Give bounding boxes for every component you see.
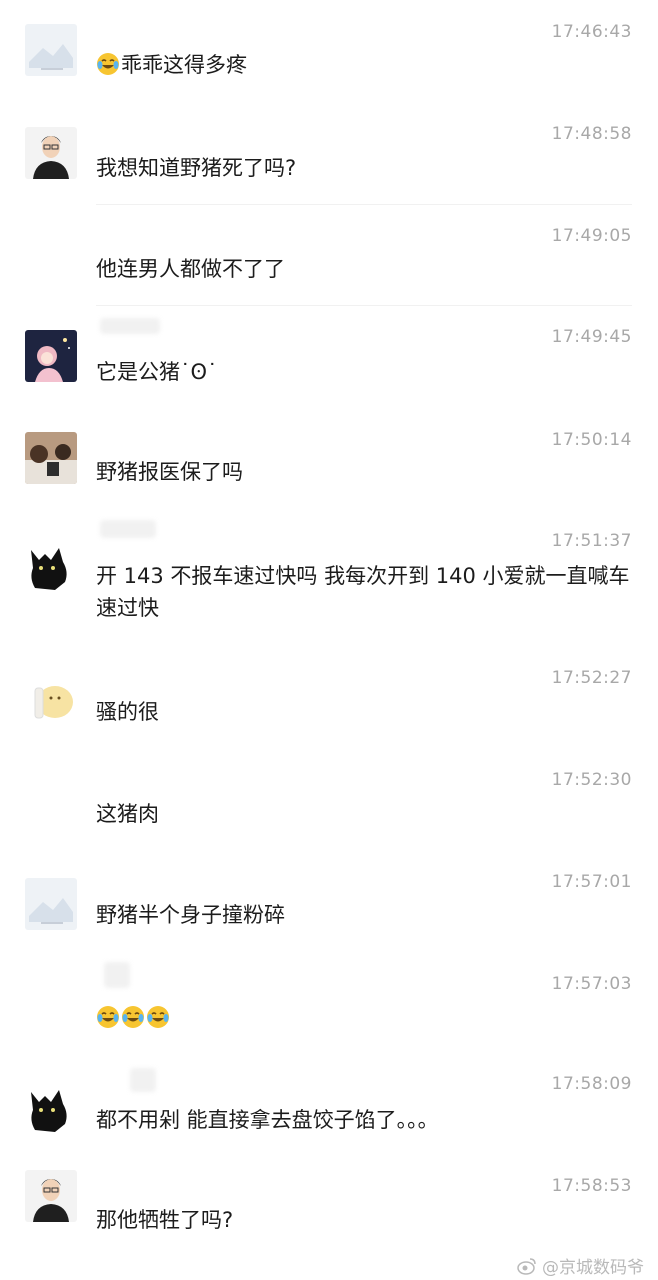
message-time: 17:46:43 xyxy=(551,22,632,42)
message-time: 17:48:58 xyxy=(551,124,632,144)
laughing-crying-emoji-icon xyxy=(146,1005,170,1029)
message-item[interactable]: 17:46:43 乖乖这得多疼 xyxy=(0,0,658,100)
message-time: 17:57:01 xyxy=(551,872,632,892)
blurred-sender-name xyxy=(100,520,156,538)
message-text: 它是公猪˙ʘ˙ xyxy=(96,360,218,384)
man-glasses-avatar[interactable] xyxy=(25,127,77,179)
message-item[interactable]: 17:49:05 他连男人都做不了了 xyxy=(0,205,658,305)
laughing-crying-emoji-icon xyxy=(96,1005,120,1029)
blurred-sender-name xyxy=(104,962,130,988)
blurred-sender-name xyxy=(100,318,160,334)
message-item[interactable]: 17:57:03 xyxy=(0,956,658,1062)
message-item[interactable]: 17:50:14 野猪报医保了吗 xyxy=(0,410,658,514)
landscape-card-avatar[interactable] xyxy=(25,24,77,76)
message-item[interactable]: 17:58:09 都不用剁 能直接拿去盘饺子馅了。。。 xyxy=(0,1062,658,1166)
black-cat-avatar[interactable] xyxy=(25,1080,77,1132)
message-text: 这猪肉 xyxy=(96,802,159,826)
message-text: 开 143 不报车速过快吗 我每次开到 140 小爱就一直喊车速过快 xyxy=(96,564,630,620)
message-item[interactable]: 17:49:45 它是公猪˙ʘ˙ xyxy=(0,306,658,410)
message-time: 17:49:05 xyxy=(551,226,632,246)
blurred-sender-name xyxy=(130,1068,156,1092)
message-text: 他连男人都做不了了 xyxy=(96,257,285,281)
black-cat-avatar[interactable] xyxy=(25,538,77,590)
message-time: 17:58:09 xyxy=(551,1074,632,1094)
message-text: 乖乖这得多疼 xyxy=(121,53,247,77)
laughing-crying-emoji-icon xyxy=(96,52,120,76)
anime-girl-avatar[interactable] xyxy=(25,330,77,382)
laughing-crying-emoji-icon xyxy=(121,1005,145,1029)
cartoon-blob-avatar[interactable] xyxy=(25,672,77,724)
emoji-row xyxy=(96,1002,636,1034)
message-item[interactable]: 17:51:37 开 143 不报车速过快吗 我每次开到 140 小爱就一直喊车… xyxy=(0,514,658,654)
photo-scene-avatar[interactable] xyxy=(25,432,77,484)
message-time: 17:57:03 xyxy=(551,974,632,994)
chat-message-list: 17:46:43 乖乖这得多疼 17:48:58 我想知道野猪死了吗? 17:4… xyxy=(0,0,658,1280)
message-item[interactable]: 17:48:58 我想知道野猪死了吗? xyxy=(0,100,658,204)
message-item[interactable]: 17:52:30 这猪肉 xyxy=(0,756,658,860)
message-text: 野猪半个身子撞粉碎 xyxy=(96,903,285,927)
message-time: 17:51:37 xyxy=(551,531,632,551)
man-glasses-avatar[interactable] xyxy=(25,1170,77,1222)
message-time: 17:49:45 xyxy=(551,327,632,347)
message-time: 17:52:27 xyxy=(551,668,632,688)
watermark-text: @京城数码爷 xyxy=(542,1258,644,1278)
message-text: 骚的很 xyxy=(96,700,159,724)
message-time: 17:50:14 xyxy=(551,430,632,450)
message-item[interactable]: 17:57:01 野猪半个身子撞粉碎 xyxy=(0,860,658,956)
message-item[interactable]: 17:58:53 那他牺牲了吗? xyxy=(0,1166,658,1266)
message-text: 都不用剁 能直接拿去盘饺子馅了。。。 xyxy=(96,1108,439,1132)
message-text: 那他牺牲了吗? xyxy=(96,1208,234,1232)
message-item[interactable]: 17:52:27 骚的很 xyxy=(0,654,658,756)
message-time: 17:58:53 xyxy=(551,1176,632,1196)
message-time: 17:52:30 xyxy=(551,770,632,790)
message-text: 野猪报医保了吗 xyxy=(96,460,243,484)
message-text: 我想知道野猪死了吗? xyxy=(96,156,297,180)
weibo-icon xyxy=(517,1257,536,1275)
landscape-card-avatar[interactable] xyxy=(25,878,77,930)
watermark: @京城数码爷 xyxy=(516,1253,644,1278)
